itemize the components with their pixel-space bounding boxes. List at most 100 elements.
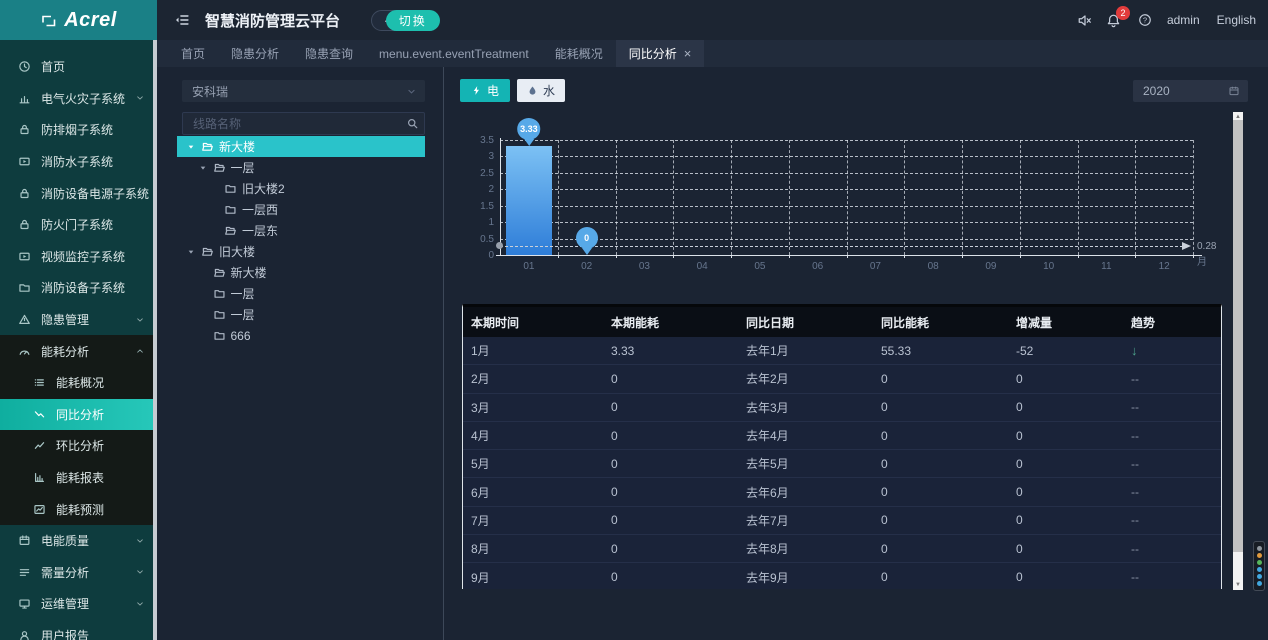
scroll-down-arrow[interactable]: ▼: [1233, 581, 1243, 589]
scrollbar-thumb[interactable]: [1233, 120, 1243, 552]
tree-node[interactable]: 一层西: [177, 199, 425, 220]
sidebar-item[interactable]: 电气火灾子系统: [0, 83, 157, 115]
user-menu[interactable]: admin: [1167, 13, 1200, 27]
sidebar-item[interactable]: 防火门子系统: [0, 209, 157, 241]
sidebar-item[interactable]: 用户报告: [0, 620, 157, 640]
tab-close-icon[interactable]: ×: [684, 47, 692, 60]
sidebar-item[interactable]: 需量分析: [0, 557, 157, 589]
table-row[interactable]: 7月0去年7月00--: [463, 507, 1221, 535]
table-header-cell: 趋势: [1123, 307, 1222, 337]
home-icon: [18, 60, 31, 73]
year-picker[interactable]: 2020: [1133, 80, 1248, 102]
table-row[interactable]: 4月0去年4月00--: [463, 422, 1221, 450]
floating-widget[interactable]: [1253, 541, 1265, 591]
tree-node[interactable]: 旧大楼2: [177, 178, 425, 199]
water-drop-icon: [527, 85, 538, 96]
notification-count-badge: 2: [1116, 6, 1130, 20]
tab-item[interactable]: 隐患分析: [218, 40, 292, 67]
table-cell: --: [1123, 535, 1222, 562]
gauge-icon: [18, 345, 31, 358]
tree-node[interactable]: 一层东: [177, 220, 425, 241]
table-cell: 0: [873, 422, 1008, 449]
caret-down-icon[interactable]: [186, 247, 196, 257]
table-row[interactable]: 3月0去年3月00--: [463, 394, 1221, 422]
tree-node[interactable]: 一层: [177, 157, 425, 178]
tab-item[interactable]: 同比分析×: [616, 40, 705, 67]
page-title: 智慧消防管理云平台: [205, 10, 340, 31]
sidebar-item[interactable]: 电能质量: [0, 525, 157, 557]
sidebar-subitem[interactable]: 同比分析: [0, 399, 157, 431]
table-row[interactable]: 5月0去年5月00--: [463, 450, 1221, 478]
tree-node[interactable]: 新大楼: [177, 136, 425, 157]
folder-open-icon: [213, 161, 226, 174]
video-icon: [18, 250, 31, 263]
sidebar-subitem[interactable]: 环比分析: [0, 430, 157, 462]
sidebar-collapse-icon[interactable]: [174, 12, 190, 28]
sidebar-item[interactable]: 能耗分析: [0, 335, 157, 367]
sidebar-item[interactable]: 消防设备子系统: [0, 272, 157, 304]
electric-button[interactable]: 电: [460, 79, 510, 102]
table-header-row: 本期时间本期能耗同比日期同比能耗增减量趋势: [463, 307, 1221, 337]
sidebar-subitem[interactable]: 能耗报表: [0, 462, 157, 494]
search-icon[interactable]: [400, 117, 424, 130]
x-axis-tick-label: 11: [1086, 261, 1126, 272]
caret-down-icon[interactable]: [198, 163, 208, 173]
y-axis-tick-label: 2: [460, 184, 494, 195]
tab-item[interactable]: 隐患查询: [292, 40, 366, 67]
sidebar-subitem[interactable]: 能耗预测: [0, 493, 157, 525]
table-cell: 0: [1008, 422, 1123, 449]
sidebar-item-label: 视频监控子系统: [41, 248, 125, 265]
sidebar-item[interactable]: 消防水子系统: [0, 146, 157, 178]
tree-node[interactable]: 一层: [177, 283, 425, 304]
tab-item[interactable]: menu.event.eventTreatment: [366, 40, 542, 67]
trend-none-dash: --: [1131, 513, 1139, 527]
notifications-bell-icon[interactable]: 2: [1106, 13, 1121, 28]
folder-line-icon: [18, 281, 31, 294]
org-dropdown-value: 安科瑞: [192, 83, 406, 100]
help-icon[interactable]: ?: [1138, 13, 1152, 27]
table-row[interactable]: 8月0去年8月00--: [463, 535, 1221, 563]
speaker-icon[interactable]: [1077, 13, 1092, 28]
table-row[interactable]: 2月0去年2月00--: [463, 365, 1221, 393]
sidebar-item[interactable]: 隐患管理: [0, 304, 157, 336]
gridline-v: [558, 140, 559, 255]
rows-icon: [18, 566, 31, 579]
tree-node[interactable]: 一层: [177, 304, 425, 325]
sidebar-scrollbar[interactable]: [153, 40, 157, 640]
brand-logo[interactable]: Acrel: [0, 0, 157, 40]
table-row[interactable]: 9月0去年9月00--: [463, 563, 1221, 589]
trend-up-icon: [33, 439, 46, 452]
tree-node[interactable]: 新大楼: [177, 262, 425, 283]
sidebar-item[interactable]: 首页: [0, 51, 157, 83]
water-button[interactable]: 水: [517, 79, 565, 102]
table-row[interactable]: 6月0去年6月00--: [463, 478, 1221, 506]
sidebar-item[interactable]: 运维管理: [0, 588, 157, 620]
caret-down-icon[interactable]: [186, 142, 196, 152]
table-row[interactable]: 1月3.33去年1月55.33-52↓: [463, 337, 1221, 365]
calendar-icon: [18, 534, 31, 547]
language-switch[interactable]: English: [1217, 13, 1256, 27]
tree-node[interactable]: 旧大楼: [177, 241, 425, 262]
chevron-down-icon: [406, 86, 417, 97]
balloon-tail: [582, 248, 592, 260]
tab-item[interactable]: 能耗概况: [542, 40, 616, 67]
sidebar-item[interactable]: 视频监控子系统: [0, 241, 157, 273]
sidebar-item-label: 能耗报表: [56, 469, 104, 486]
sidebar-item-label: 需量分析: [41, 564, 89, 581]
sidebar-item[interactable]: 消防设备电源子系统: [0, 177, 157, 209]
sidebar-item[interactable]: 防排烟子系统: [0, 114, 157, 146]
sidebar-subitem[interactable]: 能耗概况: [0, 367, 157, 399]
main-scrollbar[interactable]: ▲ ▼: [1233, 112, 1243, 590]
org-dropdown[interactable]: 安科瑞: [182, 80, 425, 102]
tab-item[interactable]: 首页: [168, 40, 218, 67]
x-axis-tick-label: 09: [971, 261, 1011, 272]
app-header: Acrel 智慧消防管理云平台 4324 切换 2 ? admin Englis…: [0, 0, 1268, 40]
line-search-input[interactable]: [183, 113, 400, 134]
table-cell: --: [1123, 394, 1222, 421]
trend-none-dash: --: [1131, 542, 1139, 556]
table-header-cell: 增减量: [1008, 307, 1123, 337]
chevron-down-icon: [135, 599, 145, 609]
tree-node[interactable]: 666: [177, 325, 425, 346]
switch-button[interactable]: 切换: [386, 10, 440, 31]
data-point-balloon: 0: [576, 227, 598, 260]
